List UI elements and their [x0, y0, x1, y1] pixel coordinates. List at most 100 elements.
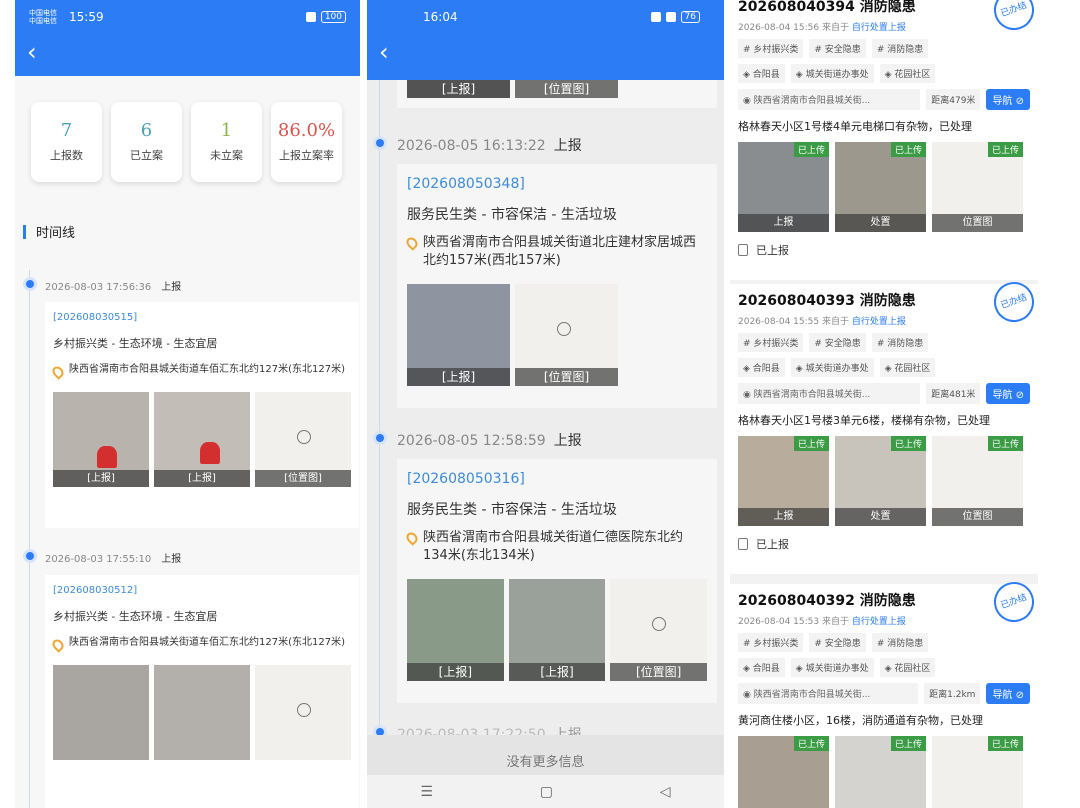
navigate-button[interactable]: 导航 ⊘	[986, 683, 1030, 704]
record-source-link[interactable]: 自行处置上报	[852, 617, 906, 627]
record-description: 格林春天小区1号楼4单元电梯口有杂物，已处理	[738, 120, 972, 133]
photo-thumb[interactable]: 已上传 上报	[738, 142, 829, 232]
report-code[interactable]: [202608030515]	[53, 312, 351, 323]
map-thumb[interactable]: [位置图]	[610, 579, 708, 681]
navigate-button[interactable]: 导航 ⊘	[986, 89, 1030, 110]
record-card[interactable]: 202608040393 消防隐患 已办结 2026-08-04 15:55 来…	[730, 276, 1038, 574]
record-title: 202608040393 消防隐患	[738, 293, 916, 309]
tag: # 安全隐患	[809, 39, 866, 58]
map-thumb[interactable]	[255, 665, 351, 760]
photo-caption: 处置	[835, 508, 926, 526]
red-bag-shape	[97, 446, 117, 468]
stat-label: 已立案	[130, 149, 163, 162]
back-icon[interactable]: ‹	[27, 40, 37, 64]
photo-thumb[interactable]: [上报]	[407, 284, 510, 386]
system-nav-bar: ☰ ▢ ◁	[367, 775, 724, 808]
map-thumb[interactable]: [位置图]	[515, 80, 618, 98]
report-card[interactable]: [202608030512] 乡村振兴类 - 生态环境 - 生态宜居 陕西省渭南…	[45, 575, 359, 808]
photo-thumb[interactable]: [上报]	[508, 579, 606, 681]
photo-caption: [位置图]	[515, 368, 618, 386]
place-tag: ◈ 合阳县	[738, 358, 785, 377]
record-card[interactable]: 202608040392 消防隐患 已办结 2026-08-04 15:53 来…	[730, 576, 1038, 808]
record-source-link[interactable]: 自行处置上报	[852, 23, 906, 33]
report-card-partial[interactable]: [上报] [位置图]	[397, 80, 717, 108]
stat-rate[interactable]: 86.0% 上报立案率	[271, 102, 342, 182]
entry-action: 上报	[553, 433, 582, 449]
photo-caption: [上报]	[407, 80, 510, 98]
report-address: 陕西省渭南市合阳县城关街道车佰汇东北约127米(东北127米)	[50, 363, 351, 380]
stat-unfiled[interactable]: 1 未立案	[191, 102, 262, 182]
signal-icon	[305, 12, 316, 22]
place-row: ◈ 合阳县 ◈ 城关街道办事处 ◈ 花园社区	[738, 358, 1030, 377]
entry-action: 上报	[553, 138, 582, 154]
stat-value: 1	[220, 120, 233, 141]
report-card[interactable]: [202608050348] 服务民生类 - 市容保洁 - 生活垃圾 陕西省渭南…	[397, 164, 717, 408]
panel-record-list: 202608040394 消防隐患 已办结 2026-08-04 15:56 来…	[730, 0, 1038, 808]
record-source-link[interactable]: 自行处置上报	[852, 317, 906, 327]
photo-thumb[interactable]: 已上传 处置	[835, 142, 926, 232]
home-icon[interactable]: ▢	[540, 784, 553, 800]
timeline-meta: 2026-08-03 17:56:36 上报	[45, 278, 181, 293]
tag-row: # 乡村振兴类 # 安全隐患 # 消防隐患	[738, 39, 1030, 58]
no-more-label: 没有更多信息	[367, 735, 724, 775]
timeline-meta: 2026-08-03 17:55:10 上报	[45, 550, 181, 565]
location-row: ◉ 陕西省渭南市合阳县城关街... 距离481米 导航 ⊘	[738, 383, 1030, 404]
back-nav-icon[interactable]: ◁	[660, 784, 671, 800]
navigate-button[interactable]: 导航 ⊘	[986, 383, 1030, 404]
map-thumb[interactable]: 已上传 位置图	[932, 436, 1023, 526]
tag-row: # 乡村振兴类 # 安全隐患 # 消防隐患	[738, 333, 1030, 352]
record-description: 黄河商住楼小区，16楼，消防通道有杂物，已处理	[738, 714, 983, 727]
report-card[interactable]: [202608030515] 乡村振兴类 - 生态环境 - 生态宜居 陕西省渭南…	[45, 302, 359, 528]
stat-filed[interactable]: 6 已立案	[111, 102, 182, 182]
menu-icon[interactable]: ☰	[420, 784, 433, 800]
tag: # 乡村振兴类	[738, 633, 804, 652]
timeline-meta: 2026-08-05 12:58:59 上报	[397, 430, 582, 450]
photo-thumb[interactable]: 已上传	[835, 736, 926, 808]
uploaded-badge: 已上传	[890, 436, 926, 451]
photo-caption: [上报]	[154, 470, 250, 487]
photo-caption: 处置	[835, 214, 926, 232]
photo-caption: [上报]	[53, 470, 149, 487]
uploaded-badge: 已上传	[987, 736, 1023, 751]
photo-thumb[interactable]	[53, 665, 149, 760]
place-tag: ◈ 合阳县	[738, 658, 785, 677]
report-category: 乡村振兴类 - 生态环境 - 生态宜居	[53, 337, 218, 350]
map-thumb[interactable]: [位置图]	[515, 284, 618, 386]
photo-thumb[interactable]: 已上传处置	[835, 436, 926, 526]
report-code[interactable]: [202608050316]	[407, 471, 707, 487]
record-time: 2026-08-04 15:55 来自于	[738, 317, 849, 327]
app-bar: ‹	[15, 34, 360, 76]
tag: # 乡村振兴类	[738, 333, 804, 352]
photo-thumb[interactable]: [上报]	[53, 392, 149, 487]
photo-thumb[interactable]: [上报]	[154, 392, 250, 487]
map-marker-icon	[652, 617, 667, 631]
record-card[interactable]: 202608040394 消防隐患 已办结 2026-08-04 15:56 来…	[730, 0, 1038, 280]
timeline-dot	[376, 434, 384, 442]
address-text: 陕西省渭南市合阳县城关街道车佰汇东北约127米(东北127米)	[69, 637, 345, 648]
map-thumb[interactable]: [位置图]	[255, 392, 351, 487]
photo-thumb[interactable]: 已上传 上报	[738, 436, 829, 526]
map-thumb[interactable]: 已上传 位置图	[932, 142, 1023, 232]
photo-caption: [上报]	[508, 663, 606, 681]
photo-thumb[interactable]	[154, 665, 250, 760]
photo-thumb[interactable]: [上报]	[407, 80, 510, 98]
map-thumb[interactable]: 已上传	[932, 736, 1023, 808]
clock: 16:04	[423, 10, 458, 24]
record-status: 已上报	[756, 538, 789, 551]
location-pin-icon	[50, 364, 66, 380]
photo-thumb[interactable]: 已上传	[738, 736, 829, 808]
back-icon[interactable]: ‹	[379, 40, 389, 64]
record-time: 2026-08-04 15:56 来自于	[738, 23, 849, 33]
report-card[interactable]: [202608050316] 服务民生类 - 市容保洁 - 生活垃圾 陕西省渭南…	[397, 459, 717, 703]
photo-row: 已上传 已上传 已上传	[738, 736, 1030, 808]
stat-reported[interactable]: 7 上报数	[31, 102, 102, 182]
report-code[interactable]: [202608050348]	[407, 176, 707, 192]
place-row: ◈ 合阳县 ◈ 城关街道办事处 ◈ 花园社区	[738, 658, 1030, 677]
place-tag: ◈ 城关街道办事处	[790, 658, 874, 677]
stat-label: 上报立案率	[279, 149, 334, 162]
report-code[interactable]: [202608030512]	[53, 585, 351, 596]
photo-thumb[interactable]: [上报]	[407, 579, 504, 681]
red-bag-shape	[200, 442, 220, 464]
timeline-dot	[26, 280, 34, 288]
uploaded-badge: 已上传	[890, 736, 926, 751]
